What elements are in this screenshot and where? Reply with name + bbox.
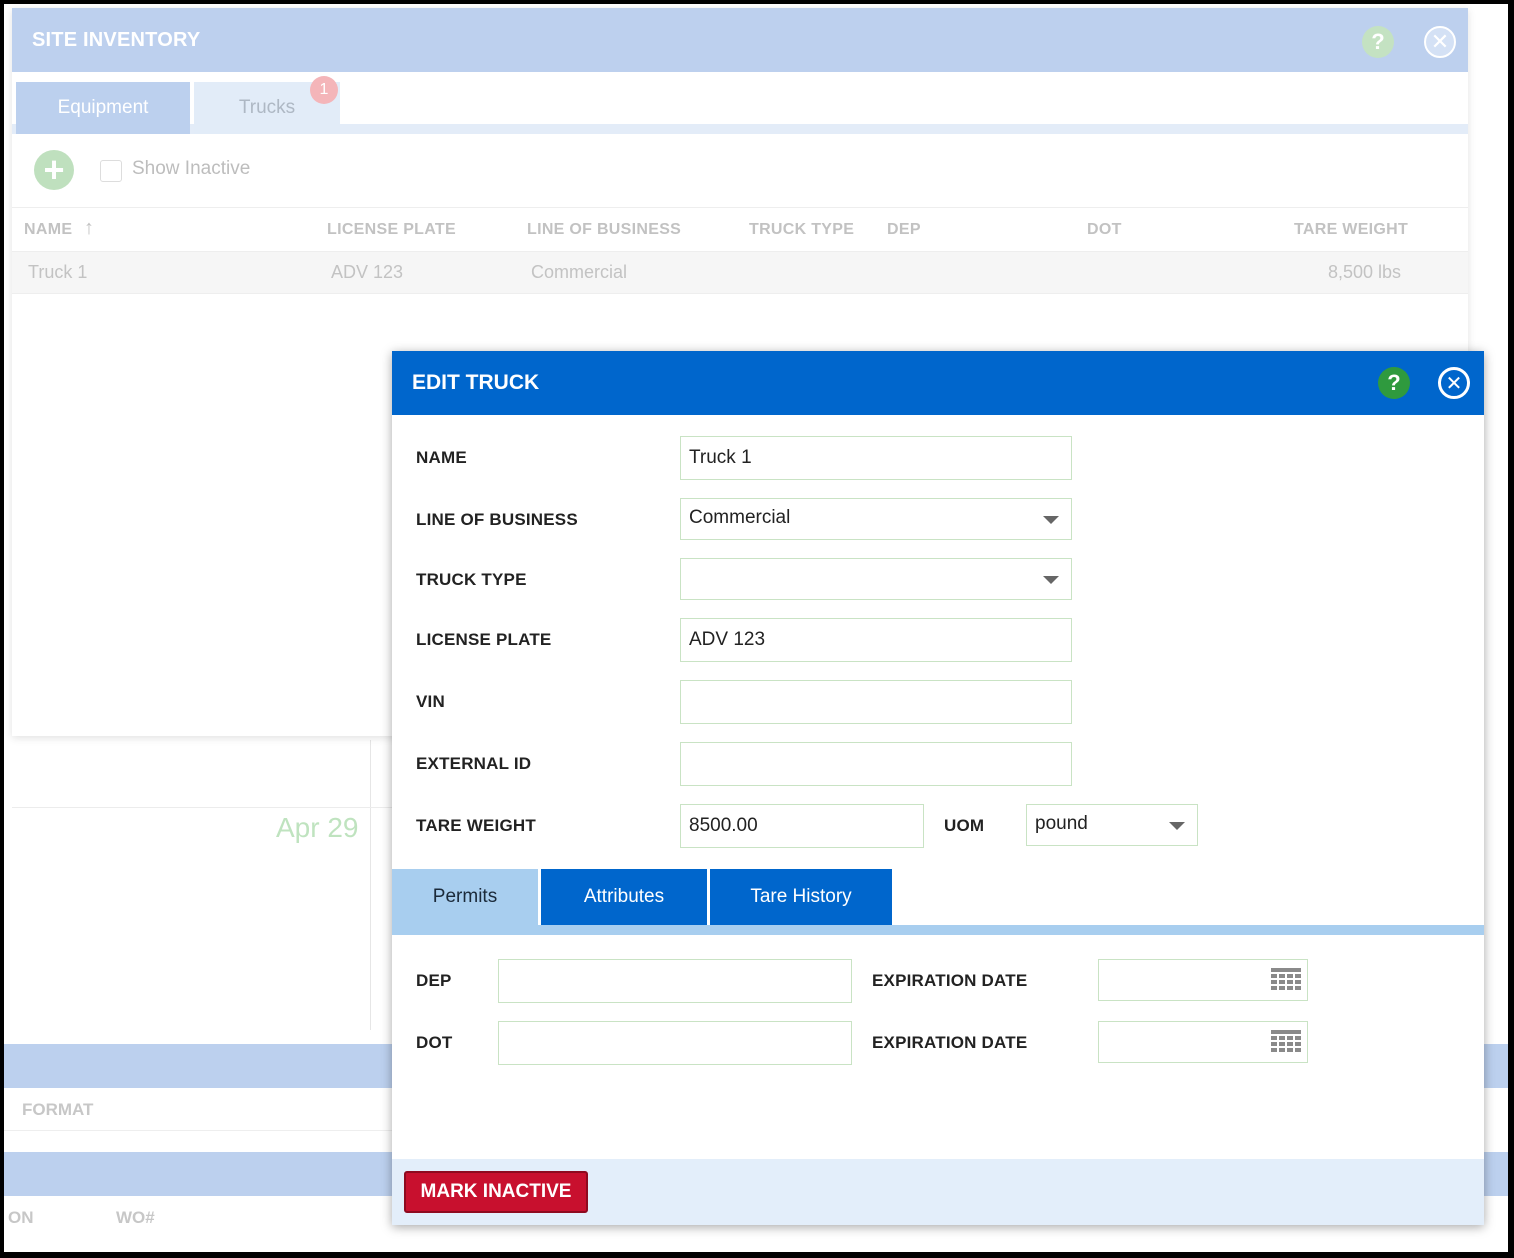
cell-license-plate: ADV 123	[331, 262, 404, 282]
uom-dropdown[interactable]: pound	[1026, 804, 1198, 846]
external-id-input[interactable]	[680, 742, 1072, 786]
calendar-date-label: Apr 29	[276, 812, 359, 843]
dot-input[interactable]	[498, 1021, 852, 1065]
help-icon[interactable]: ?	[1362, 26, 1394, 58]
column-header-dot[interactable]: DOT	[1087, 221, 1122, 239]
site-inventory-tabs: Equipment Trucks 1	[12, 72, 1468, 134]
vin-input[interactable]	[680, 680, 1072, 724]
edit-truck-title: EDIT TRUCK	[412, 371, 540, 394]
show-inactive-label: Show Inactive	[132, 158, 251, 179]
edit-truck-tabs: Permits Attributes Tare History	[392, 869, 1484, 935]
bg-divider	[370, 740, 371, 1030]
bg-divider	[4, 1130, 394, 1131]
tab-tare-history[interactable]: Tare History	[710, 869, 892, 925]
trucks-count-badge: 1	[310, 76, 338, 104]
edit-truck-dialog: EDIT TRUCK ? ✕ NAME LINE OF BUSINESS Com…	[392, 351, 1484, 1225]
line-of-business-dropdown[interactable]: Commercial	[680, 498, 1072, 540]
bg-col-on: ON	[8, 1208, 34, 1227]
truck-type-dropdown[interactable]	[680, 558, 1072, 600]
tare-weight-input[interactable]	[680, 804, 924, 848]
site-inventory-title: SITE INVENTORY	[32, 28, 201, 51]
license-plate-input[interactable]	[680, 618, 1072, 662]
uom-label: UOM	[944, 816, 985, 835]
calendar-icon[interactable]	[1271, 1030, 1301, 1054]
bg-col-wo: WO#	[116, 1208, 155, 1227]
column-header-tare-weight[interactable]: TARE WEIGHT	[1294, 221, 1408, 239]
truck-type-label: TRUCK TYPE	[416, 570, 527, 589]
dot-expiration-date-label: EXPIRATION DATE	[872, 1033, 1028, 1052]
license-plate-label: LICENSE PLATE	[416, 630, 552, 649]
chevron-down-icon	[1043, 516, 1059, 524]
help-icon[interactable]: ?	[1378, 367, 1410, 399]
table-row[interactable]: Truck 1 ADV 123 Commercial 8,500 lbs	[12, 252, 1468, 294]
calendar-icon[interactable]	[1271, 968, 1301, 992]
column-header-name[interactable]: NAME	[24, 221, 72, 239]
mark-inactive-button[interactable]: MARK INACTIVE	[404, 1171, 588, 1213]
bg-divider	[12, 807, 392, 808]
chevron-down-icon	[1043, 576, 1059, 584]
dot-expiration-date-picker[interactable]	[1098, 1021, 1308, 1063]
tab-permits[interactable]: Permits	[392, 869, 538, 925]
dep-expiration-date-label: EXPIRATION DATE	[872, 971, 1028, 990]
show-inactive-checkbox[interactable]	[100, 160, 122, 182]
dep-input[interactable]	[498, 959, 852, 1003]
app-frame: Apr 29 FORMAT ON WO# SITE INVENTORY ? ✕ …	[0, 0, 1514, 1258]
line-of-business-label: LINE OF BUSINESS	[416, 510, 578, 529]
dot-label: DOT	[416, 1033, 453, 1052]
name-input[interactable]	[680, 436, 1072, 480]
chevron-down-icon	[1169, 822, 1185, 830]
column-header-dep[interactable]: DEP	[887, 221, 921, 239]
bg-format-label: FORMAT	[22, 1100, 94, 1119]
column-header-line-of-business[interactable]: LINE OF BUSINESS	[527, 221, 681, 239]
cell-tare-weight: 8,500 lbs	[1328, 262, 1402, 282]
external-id-label: EXTERNAL ID	[416, 754, 532, 773]
cell-line-of-business: Commercial	[531, 262, 628, 282]
vin-label: VIN	[416, 692, 445, 711]
column-header-license-plate[interactable]: LICENSE PLATE	[327, 221, 456, 239]
close-icon[interactable]: ✕	[1438, 367, 1470, 399]
tare-weight-label: TARE WEIGHT	[416, 816, 536, 835]
close-icon[interactable]: ✕	[1424, 26, 1456, 58]
add-truck-button[interactable]: +	[34, 150, 74, 190]
dep-expiration-date-picker[interactable]	[1098, 959, 1308, 1001]
sort-ascending-icon: ↑	[84, 217, 95, 239]
uom-value: pound	[1035, 813, 1088, 834]
tab-equipment[interactable]: Equipment	[16, 82, 190, 134]
tab-attributes[interactable]: Attributes	[541, 869, 707, 925]
name-label: NAME	[416, 448, 467, 467]
column-header-truck-type[interactable]: TRUCK TYPE	[749, 221, 854, 239]
edit-truck-footer: MARK INACTIVE	[392, 1159, 1484, 1225]
line-of-business-value: Commercial	[689, 507, 791, 528]
trucks-grid-header: NAME ↑ LICENSE PLATE LINE OF BUSINESS TR…	[12, 208, 1468, 252]
site-inventory-toolbar: + Show Inactive	[12, 134, 1468, 208]
site-inventory-header: SITE INVENTORY	[12, 8, 1468, 72]
edit-truck-header: EDIT TRUCK ? ✕	[392, 351, 1484, 415]
cell-name: Truck 1	[28, 262, 88, 282]
dep-label: DEP	[416, 971, 452, 990]
